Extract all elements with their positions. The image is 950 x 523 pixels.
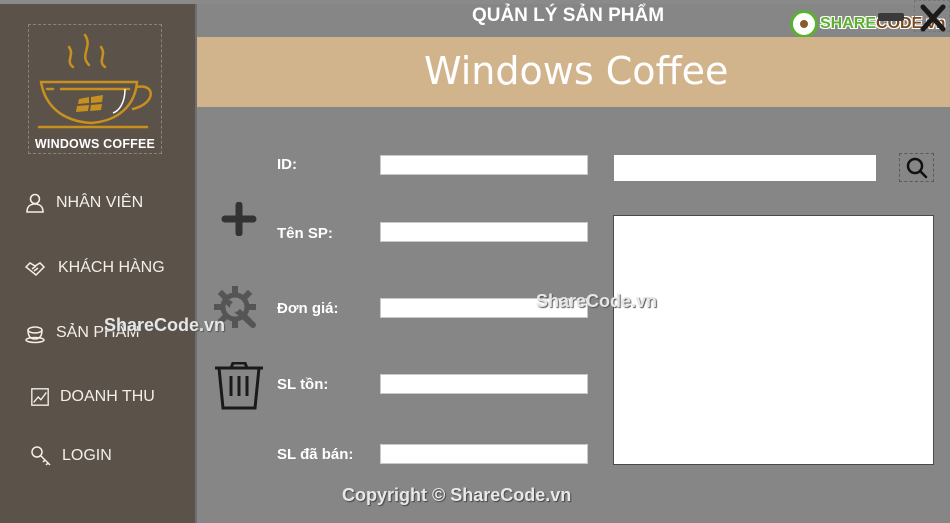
search-input[interactable] xyxy=(614,155,876,181)
delete-button[interactable] xyxy=(213,361,265,415)
sidebar-item-label: KHÁCH HÀNG xyxy=(58,259,165,276)
ten-sp-label: Tên SP: xyxy=(277,225,333,242)
sl-da-ban-label: SL đã bán: xyxy=(277,446,354,463)
sidebar: WINDOWS COFFEE NHÂN VIÊN KHÁCH HÀNG SẢN … xyxy=(0,4,195,523)
minimize-icon xyxy=(878,13,904,21)
handshake-icon xyxy=(24,262,46,277)
chart-icon xyxy=(31,388,49,406)
sl-ton-field[interactable] xyxy=(380,374,588,394)
user-icon xyxy=(26,193,44,213)
id-field[interactable] xyxy=(380,155,588,175)
banner-title: Windows Coffee xyxy=(424,49,729,93)
sidebar-item-khach-hang[interactable]: KHÁCH HÀNG xyxy=(24,257,165,279)
coffee-logo-icon xyxy=(37,33,152,129)
watermark-text: ShareCode.vn xyxy=(104,315,226,335)
trash-icon xyxy=(215,361,263,410)
sharecode-logo-icon xyxy=(790,10,818,38)
banner: Windows Coffee xyxy=(197,37,950,107)
copyright-text: Copyright © ShareCode.vn xyxy=(342,485,572,505)
sidebar-item-label: LOGIN xyxy=(62,447,112,464)
logo-text: WINDOWS COFFEE xyxy=(34,137,156,151)
window-title: QUẢN LÝ SẢN PHẨM xyxy=(471,5,665,26)
watermark-text: ShareCode.vn xyxy=(536,291,658,311)
sidebar-item-label: DOANH THU xyxy=(60,388,155,405)
sidebar-item-login[interactable]: LOGIN xyxy=(30,445,112,467)
sl-ton-label: SL tồn: xyxy=(277,376,329,393)
brand-share: SHARE xyxy=(820,15,877,32)
sidebar-item-doanh-thu[interactable]: DOANH THU xyxy=(30,387,155,407)
id-label: ID: xyxy=(277,156,297,173)
close-icon xyxy=(920,4,946,32)
search-icon xyxy=(906,157,927,178)
search-button[interactable] xyxy=(899,153,934,182)
don-gia-label: Đơn giá: xyxy=(277,300,339,317)
sidebar-item-nhan-vien[interactable]: NHÂN VIÊN xyxy=(24,192,143,214)
add-button[interactable] xyxy=(221,201,257,241)
sidebar-item-label: NHÂN VIÊN xyxy=(56,194,144,211)
plus-icon xyxy=(221,201,257,237)
sl-da-ban-field[interactable] xyxy=(380,444,588,464)
product-list[interactable] xyxy=(613,215,934,465)
key-icon xyxy=(31,446,51,466)
coffee-cup-icon xyxy=(25,326,45,344)
logo: WINDOWS COFFEE xyxy=(28,24,162,154)
ten-sp-field[interactable] xyxy=(380,222,588,242)
close-button[interactable] xyxy=(914,0,950,32)
minimize-button[interactable] xyxy=(874,0,908,32)
